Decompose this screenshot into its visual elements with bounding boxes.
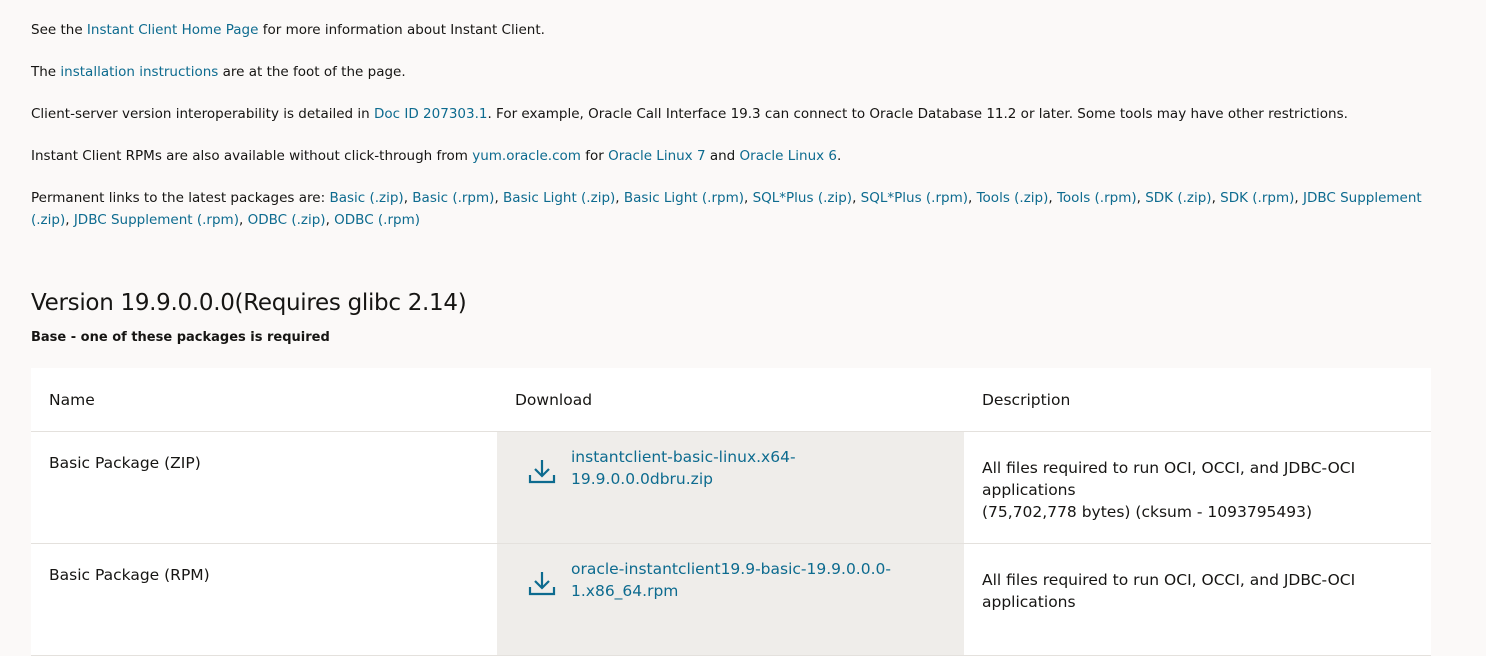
permalink-sdk-zip[interactable]: SDK (.zip)	[1145, 190, 1211, 206]
installation-instructions-link[interactable]: installation instructions	[60, 64, 218, 80]
permalink-tools-zip[interactable]: Tools (.zip)	[977, 190, 1049, 206]
package-description: All files required to run OCI, OCCI, and…	[964, 544, 1431, 655]
table-row: Basic Package (ZIP) instantclient-basic-…	[31, 432, 1431, 544]
table-header-row: Name Download Description	[31, 368, 1431, 432]
text: Permanent links to the latest packages a…	[31, 190, 330, 206]
download-icon[interactable]	[525, 454, 559, 488]
package-name: Basic Package (ZIP)	[49, 454, 201, 472]
yum-oracle-link[interactable]: yum.oracle.com	[472, 148, 581, 164]
text: Client-server version interoperability i…	[31, 106, 375, 122]
permalink-tools-rpm[interactable]: Tools (.rpm)	[1057, 190, 1137, 206]
packages-table: Name Download Description Basic Package …	[31, 368, 1431, 656]
download-link-line: 19.9.0.0.0dbru.zip	[571, 470, 713, 488]
text: are at the foot of the page.	[218, 64, 406, 80]
permalink-odbc-zip[interactable]: ODBC (.zip)	[248, 212, 326, 228]
intro-permanent-links: Permanent links to the latest packages a…	[31, 190, 1422, 228]
text: and	[705, 148, 740, 164]
intro-rpms: Instant Client RPMs are also available w…	[31, 145, 841, 167]
column-header-description: Description	[982, 390, 1071, 409]
download-link-line: 1.x86_64.rpm	[571, 582, 679, 600]
intro-interoperability: Client-server version interoperability i…	[31, 103, 1348, 125]
download-link[interactable]: oracle-instantclient19.9-basic-19.9.0.0.…	[571, 558, 891, 655]
text: for more information about Instant Clien…	[258, 22, 545, 38]
download-link-line: oracle-instantclient19.9-basic-19.9.0.0.…	[571, 560, 891, 578]
text: The	[31, 64, 61, 80]
permalink-odbc-rpm[interactable]: ODBC (.rpm)	[334, 212, 420, 228]
description-line: applications	[982, 481, 1076, 499]
description-line: All files required to run OCI, OCCI, and…	[982, 459, 1356, 477]
doc-id-link[interactable]: Doc ID 207303.1	[374, 106, 487, 122]
intro-home-page: See the Instant Client Home Page for mor…	[31, 19, 545, 41]
permalink-jdbc-rpm[interactable]: JDBC Supplement (.rpm)	[74, 212, 239, 228]
instant-client-home-page-link[interactable]: Instant Client Home Page	[87, 22, 259, 38]
base-subheading: Base - one of these packages is required	[31, 330, 330, 345]
oracle-linux-7-link[interactable]: Oracle Linux 7	[608, 148, 705, 164]
description-line: All files required to run OCI, OCCI, and…	[982, 571, 1356, 589]
column-header-download: Download	[515, 390, 593, 409]
oracle-linux-6-link[interactable]: Oracle Linux 6	[740, 148, 837, 164]
download-cell: oracle-instantclient19.9-basic-19.9.0.0.…	[497, 544, 964, 655]
text: Instant Client RPMs are also available w…	[31, 148, 473, 164]
permalink-basic-light-rpm[interactable]: Basic Light (.rpm)	[624, 190, 744, 206]
intro-installation: The installation instructions are at the…	[31, 61, 406, 83]
download-cell: instantclient-basic-linux.x64- 19.9.0.0.0…	[497, 432, 964, 543]
download-link-line: instantclient-basic-linux.x64-	[571, 448, 796, 466]
version-heading: Version 19.9.0.0.0(Requires glibc 2.14)	[31, 290, 467, 316]
description-size: (75,702,778 bytes) (cksum - 1093795493)	[982, 503, 1313, 521]
download-link[interactable]: instantclient-basic-linux.x64- 19.9.0.0.0…	[571, 446, 796, 543]
permalink-sqlplus-rpm[interactable]: SQL*Plus (.rpm)	[861, 190, 968, 206]
text: . For example, Oracle Call Interface 19.…	[487, 106, 1348, 122]
permalink-basic-light-zip[interactable]: Basic Light (.zip)	[503, 190, 615, 206]
permalink-basic-zip[interactable]: Basic (.zip)	[329, 190, 403, 206]
column-header-name: Name	[49, 390, 95, 409]
permalink-sqlplus-zip[interactable]: SQL*Plus (.zip)	[753, 190, 852, 206]
text: See the	[31, 22, 87, 38]
package-description: All files required to run OCI, OCCI, and…	[964, 432, 1431, 543]
download-icon[interactable]	[525, 566, 559, 600]
table-row: Basic Package (RPM) oracle-instantclient…	[31, 544, 1431, 656]
permalink-basic-rpm[interactable]: Basic (.rpm)	[412, 190, 494, 206]
text: for	[580, 148, 609, 164]
text: .	[837, 148, 842, 164]
permalink-sdk-rpm[interactable]: SDK (.rpm)	[1220, 190, 1294, 206]
description-line: applications	[982, 593, 1076, 611]
package-name: Basic Package (RPM)	[49, 566, 210, 584]
